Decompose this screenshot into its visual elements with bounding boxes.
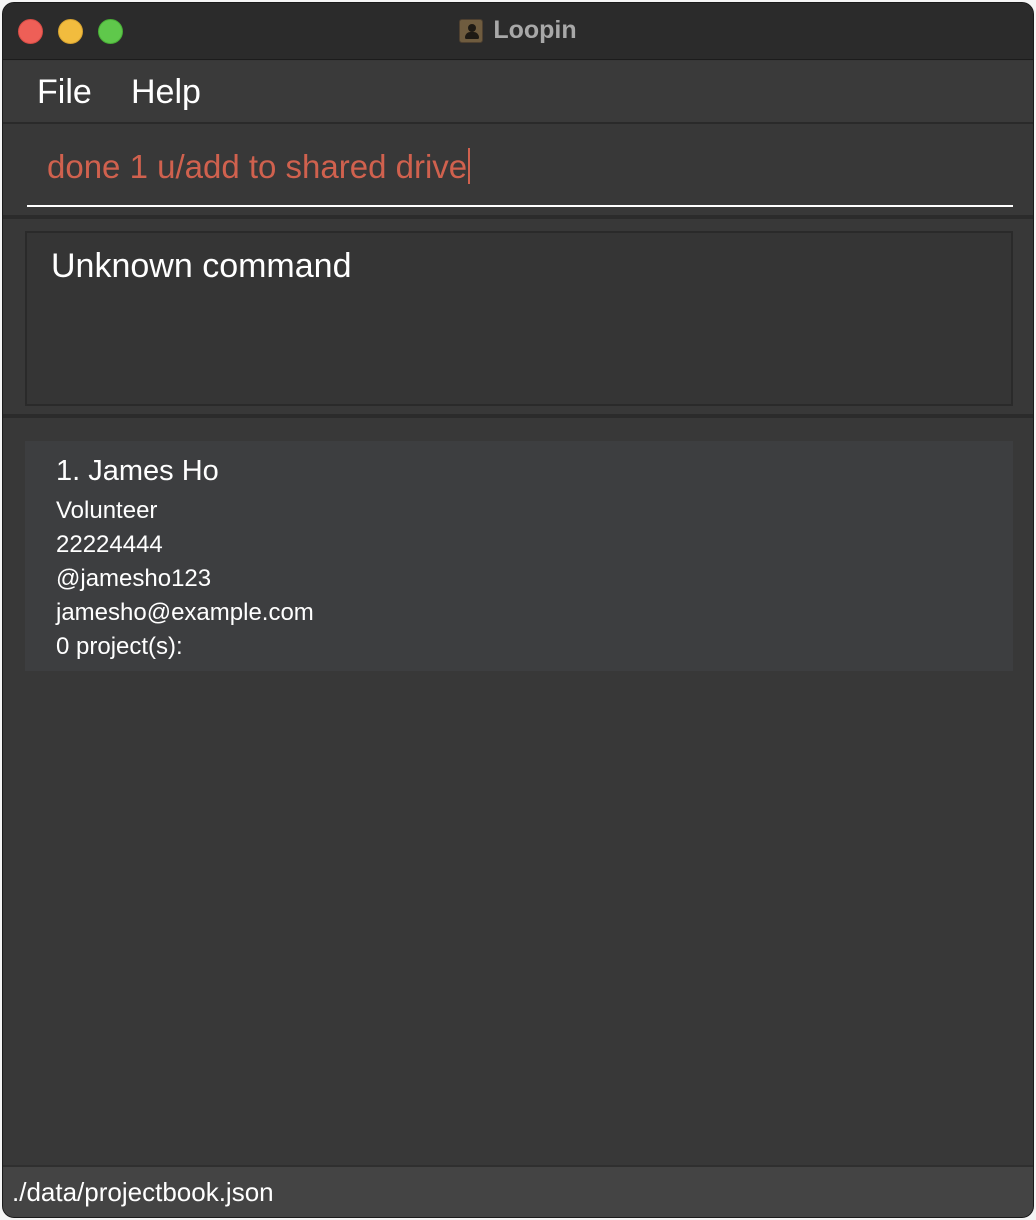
- command-text: done 1 u/add to shared drive: [47, 148, 468, 185]
- person-card[interactable]: 1. James Ho Volunteer 22224444 @jamesho1…: [25, 441, 1013, 671]
- title-bar[interactable]: Loopin: [3, 3, 1033, 60]
- command-input[interactable]: done 1 u/add to shared drive: [27, 126, 1013, 207]
- result-message: Unknown command: [51, 247, 352, 285]
- save-location: ./data/projectbook.json: [12, 1177, 274, 1207]
- person-telegram: @jamesho123: [56, 565, 212, 592]
- result-display-panel: Unknown command: [3, 223, 1033, 418]
- person-name: 1. James Ho: [56, 455, 219, 487]
- person-phone: 22224444: [56, 531, 163, 558]
- status-bar: ./data/projectbook.json: [3, 1165, 1033, 1217]
- menu-help[interactable]: Help: [131, 73, 201, 112]
- person-projects: 0 project(s):: [56, 633, 183, 660]
- contact-book-icon: [459, 18, 484, 43]
- menu-file[interactable]: File: [37, 73, 92, 112]
- person-role: Volunteer: [56, 497, 158, 524]
- window-title: Loopin: [493, 16, 577, 44]
- app-window: Loopin File Help done 1 u/add to shared …: [2, 2, 1034, 1218]
- person-email: jamesho@example.com: [56, 599, 314, 626]
- person-list[interactable]: 1. James Ho Volunteer 22224444 @jamesho1…: [3, 422, 1033, 1167]
- result-display[interactable]: Unknown command: [25, 231, 1013, 406]
- window-title-group: Loopin: [3, 16, 1033, 45]
- menu-bar: File Help: [3, 61, 1033, 124]
- command-box: done 1 u/add to shared drive: [3, 126, 1033, 219]
- text-caret: [468, 148, 471, 184]
